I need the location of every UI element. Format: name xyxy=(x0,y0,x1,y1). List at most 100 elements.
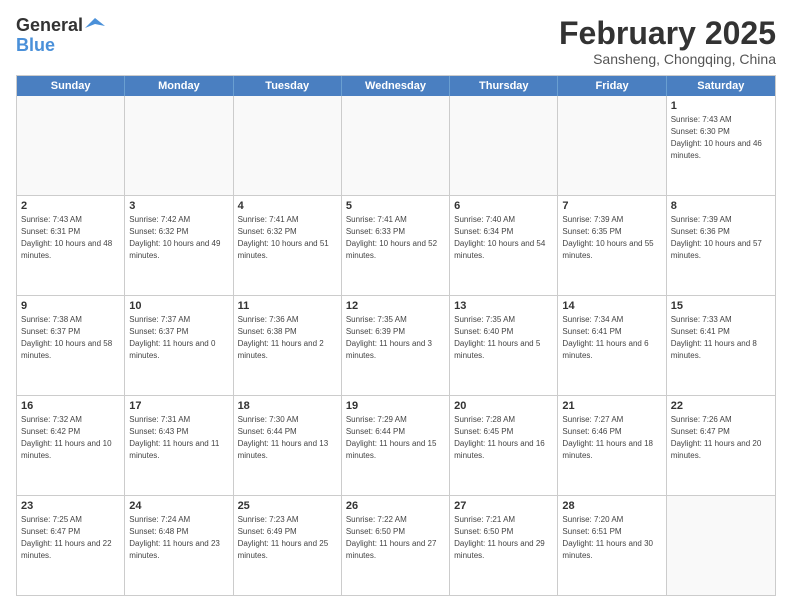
cal-cell-r1-c2: 4 Sunrise: 7:41 AM Sunset: 6:32 PM Daylig… xyxy=(234,196,342,295)
cal-cell-r1-c0: 2 Sunrise: 7:43 AM Sunset: 6:31 PM Daylig… xyxy=(17,196,125,295)
cal-cell-r0-c4 xyxy=(450,96,558,195)
page: General Blue February 2025 Sansheng, Cho… xyxy=(0,0,792,612)
day-info-r3-c4: Sunrise: 7:28 AM Sunset: 6:45 PM Dayligh… xyxy=(454,415,545,459)
day-number-r2-c3: 12 xyxy=(346,299,445,313)
day-number-r4-c4: 27 xyxy=(454,499,553,513)
day-number-r4-c2: 25 xyxy=(238,499,337,513)
cal-cell-r1-c3: 5 Sunrise: 7:41 AM Sunset: 6:33 PM Daylig… xyxy=(342,196,450,295)
day-info-r2-c2: Sunrise: 7:36 AM Sunset: 6:38 PM Dayligh… xyxy=(238,315,324,359)
day-number-r1-c2: 4 xyxy=(238,199,337,213)
day-number-r3-c2: 18 xyxy=(238,399,337,413)
calendar-header: Sunday Monday Tuesday Wednesday Thursday… xyxy=(17,76,775,96)
calendar-body: 1 Sunrise: 7:43 AM Sunset: 6:30 PM Daylig… xyxy=(17,96,775,595)
logo-bird-icon xyxy=(85,16,105,36)
day-info-r2-c0: Sunrise: 7:38 AM Sunset: 6:37 PM Dayligh… xyxy=(21,315,112,359)
cal-cell-r3-c4: 20 Sunrise: 7:28 AM Sunset: 6:45 PM Dayli… xyxy=(450,396,558,495)
location-subtitle: Sansheng, Chongqing, China xyxy=(559,51,776,67)
day-number-r3-c0: 16 xyxy=(21,399,120,413)
day-info-r4-c0: Sunrise: 7:25 AM Sunset: 6:47 PM Dayligh… xyxy=(21,515,112,559)
header-friday: Friday xyxy=(558,76,666,96)
header-thursday: Thursday xyxy=(450,76,558,96)
day-info-r4-c1: Sunrise: 7:24 AM Sunset: 6:48 PM Dayligh… xyxy=(129,515,220,559)
cal-cell-r1-c5: 7 Sunrise: 7:39 AM Sunset: 6:35 PM Daylig… xyxy=(558,196,666,295)
cal-cell-r0-c6: 1 Sunrise: 7:43 AM Sunset: 6:30 PM Daylig… xyxy=(667,96,775,195)
cal-cell-r0-c3 xyxy=(342,96,450,195)
day-number-r1-c1: 3 xyxy=(129,199,228,213)
cal-cell-r2-c0: 9 Sunrise: 7:38 AM Sunset: 6:37 PM Daylig… xyxy=(17,296,125,395)
day-number-r1-c4: 6 xyxy=(454,199,553,213)
day-info-r1-c4: Sunrise: 7:40 AM Sunset: 6:34 PM Dayligh… xyxy=(454,215,545,259)
cal-cell-r3-c6: 22 Sunrise: 7:26 AM Sunset: 6:47 PM Dayli… xyxy=(667,396,775,495)
day-info-r4-c5: Sunrise: 7:20 AM Sunset: 6:51 PM Dayligh… xyxy=(562,515,653,559)
cal-cell-r2-c1: 10Sunrise: 7:37 AM Sunset: 6:37 PM Dayli… xyxy=(125,296,233,395)
header-tuesday: Tuesday xyxy=(234,76,342,96)
day-info-r1-c5: Sunrise: 7:39 AM Sunset: 6:35 PM Dayligh… xyxy=(562,215,653,259)
day-info-r3-c2: Sunrise: 7:30 AM Sunset: 6:44 PM Dayligh… xyxy=(238,415,329,459)
header-monday: Monday xyxy=(125,76,233,96)
day-number-r2-c0: 9 xyxy=(21,299,120,313)
cal-cell-r0-c5 xyxy=(558,96,666,195)
day-info-r2-c6: Sunrise: 7:33 AM Sunset: 6:41 PM Dayligh… xyxy=(671,315,757,359)
day-info-r4-c3: Sunrise: 7:22 AM Sunset: 6:50 PM Dayligh… xyxy=(346,515,437,559)
logo: General Blue xyxy=(16,16,105,56)
cal-cell-r4-c5: 28 Sunrise: 7:20 AM Sunset: 6:51 PM Dayli… xyxy=(558,496,666,595)
day-info-r1-c3: Sunrise: 7:41 AM Sunset: 6:33 PM Dayligh… xyxy=(346,215,437,259)
calendar: Sunday Monday Tuesday Wednesday Thursday… xyxy=(16,75,776,596)
day-number-r3-c5: 21 xyxy=(562,399,661,413)
day-number-r2-c5: 14 xyxy=(562,299,661,313)
header-sunday: Sunday xyxy=(17,76,125,96)
cal-cell-r0-c0 xyxy=(17,96,125,195)
day-number-r3-c1: 17 xyxy=(129,399,228,413)
title-block: February 2025 Sansheng, Chongqing, China xyxy=(559,16,776,67)
day-info-r3-c6: Sunrise: 7:26 AM Sunset: 6:47 PM Dayligh… xyxy=(671,415,762,459)
day-number-r1-c3: 5 xyxy=(346,199,445,213)
cal-cell-r4-c1: 24 Sunrise: 7:24 AM Sunset: 6:48 PM Dayli… xyxy=(125,496,233,595)
day-info-r4-c2: Sunrise: 7:23 AM Sunset: 6:49 PM Dayligh… xyxy=(238,515,329,559)
day-info-r3-c3: Sunrise: 7:29 AM Sunset: 6:44 PM Dayligh… xyxy=(346,415,437,459)
month-title: February 2025 xyxy=(559,16,776,51)
day-number-r3-c3: 19 xyxy=(346,399,445,413)
logo-blue: Blue xyxy=(16,36,105,56)
cal-cell-r2-c2: 11Sunrise: 7:36 AM Sunset: 6:38 PM Dayli… xyxy=(234,296,342,395)
cal-cell-r2-c5: 14Sunrise: 7:34 AM Sunset: 6:41 PM Dayli… xyxy=(558,296,666,395)
day-info-r3-c5: Sunrise: 7:27 AM Sunset: 6:46 PM Dayligh… xyxy=(562,415,653,459)
cal-cell-r4-c6 xyxy=(667,496,775,595)
day-number-r3-c4: 20 xyxy=(454,399,553,413)
day-info-r1-c1: Sunrise: 7:42 AM Sunset: 6:32 PM Dayligh… xyxy=(129,215,220,259)
day-number-r1-c6: 8 xyxy=(671,199,771,213)
cal-cell-r0-c1 xyxy=(125,96,233,195)
cal-cell-r2-c4: 13 Sunrise: 7:35 AM Sunset: 6:40 PM Dayli… xyxy=(450,296,558,395)
cal-cell-r2-c3: 12Sunrise: 7:35 AM Sunset: 6:39 PM Dayli… xyxy=(342,296,450,395)
day-number-r4-c1: 24 xyxy=(129,499,228,513)
day-info-r1-c0: Sunrise: 7:43 AM Sunset: 6:31 PM Dayligh… xyxy=(21,215,112,259)
cal-cell-r2-c6: 15 Sunrise: 7:33 AM Sunset: 6:41 PM Dayli… xyxy=(667,296,775,395)
day-info-r0-c6: Sunrise: 7:43 AM Sunset: 6:30 PM Dayligh… xyxy=(671,115,762,159)
cal-cell-r1-c4: 6 Sunrise: 7:40 AM Sunset: 6:34 PM Daylig… xyxy=(450,196,558,295)
cal-row-1: 2 Sunrise: 7:43 AM Sunset: 6:31 PM Daylig… xyxy=(17,196,775,296)
day-number-r0-c6: 1 xyxy=(671,99,771,113)
day-info-r3-c1: Sunrise: 7:31 AM Sunset: 6:43 PM Dayligh… xyxy=(129,415,219,459)
logo-general: General xyxy=(16,16,83,36)
cal-cell-r3-c1: 17 Sunrise: 7:31 AM Sunset: 6:43 PM Dayli… xyxy=(125,396,233,495)
day-info-r1-c2: Sunrise: 7:41 AM Sunset: 6:32 PM Dayligh… xyxy=(238,215,329,259)
day-number-r1-c5: 7 xyxy=(562,199,661,213)
day-number-r4-c3: 26 xyxy=(346,499,445,513)
cal-row-3: 16 Sunrise: 7:32 AM Sunset: 6:42 PM Dayli… xyxy=(17,396,775,496)
day-number-r2-c4: 13 xyxy=(454,299,553,313)
day-number-r4-c5: 28 xyxy=(562,499,661,513)
cal-cell-r3-c0: 16 Sunrise: 7:32 AM Sunset: 6:42 PM Dayli… xyxy=(17,396,125,495)
day-number-r2-c6: 15 xyxy=(671,299,771,313)
day-info-r1-c6: Sunrise: 7:39 AM Sunset: 6:36 PM Dayligh… xyxy=(671,215,762,259)
header-saturday: Saturday xyxy=(667,76,775,96)
day-number-r2-c1: 10 xyxy=(129,299,228,313)
day-info-r2-c4: Sunrise: 7:35 AM Sunset: 6:40 PM Dayligh… xyxy=(454,315,540,359)
day-info-r3-c0: Sunrise: 7:32 AM Sunset: 6:42 PM Dayligh… xyxy=(21,415,112,459)
header-wednesday: Wednesday xyxy=(342,76,450,96)
cal-cell-r3-c5: 21 Sunrise: 7:27 AM Sunset: 6:46 PM Dayli… xyxy=(558,396,666,495)
cal-row-4: 23Sunrise: 7:25 AM Sunset: 6:47 PM Dayli… xyxy=(17,496,775,595)
day-number-r3-c6: 22 xyxy=(671,399,771,413)
day-number-r1-c0: 2 xyxy=(21,199,120,213)
cal-cell-r1-c6: 8 Sunrise: 7:39 AM Sunset: 6:36 PM Daylig… xyxy=(667,196,775,295)
cal-cell-r3-c3: 19 Sunrise: 7:29 AM Sunset: 6:44 PM Dayli… xyxy=(342,396,450,495)
cal-cell-r4-c2: 25 Sunrise: 7:23 AM Sunset: 6:49 PM Dayli… xyxy=(234,496,342,595)
